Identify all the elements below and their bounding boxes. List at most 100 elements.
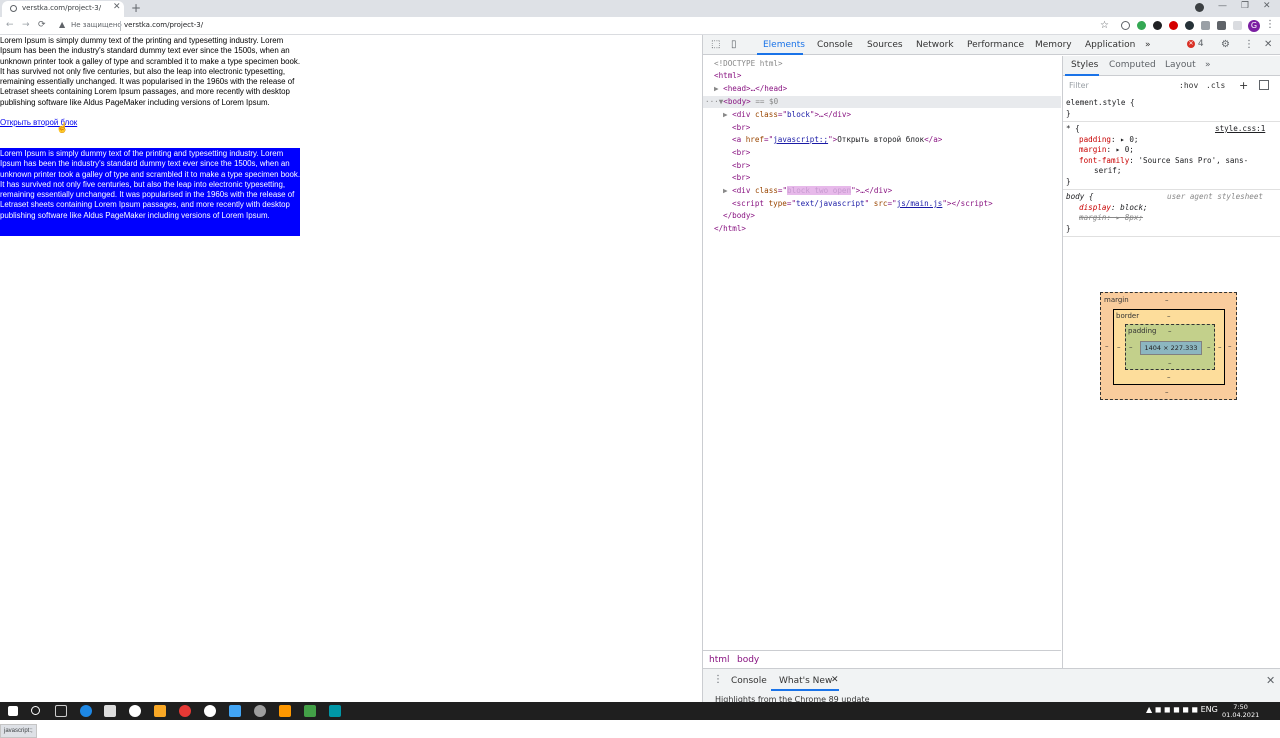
sublime-icon[interactable]	[279, 705, 291, 717]
margin-right-value[interactable]: –	[1228, 342, 1232, 350]
minimize-button[interactable]: —	[1218, 1, 1227, 11]
bookmark-star-icon[interactable]: ☆	[1100, 20, 1109, 31]
tab-close-button[interactable]: ✕	[113, 2, 121, 12]
extension-opera-icon[interactable]	[1169, 21, 1178, 30]
padding-bottom-value[interactable]: –	[1168, 359, 1172, 367]
address-bar[interactable]: ▲ Не защищено verstka.com/project-3/	[56, 19, 1116, 33]
devtools-menu-button[interactable]: ⋮	[1244, 39, 1254, 50]
box-model-margin[interactable]: margin – – – – border – – – – padding – …	[1100, 292, 1237, 400]
clock[interactable]: 7:50 01.04.2021	[1222, 703, 1259, 719]
hov-toggle[interactable]: :hov	[1179, 81, 1198, 90]
drawer-tab-close-button[interactable]: ✕	[831, 675, 839, 685]
yandex-icon[interactable]	[204, 705, 216, 717]
dom-br[interactable]: <br>	[732, 172, 750, 185]
dom-div-two[interactable]: ▶ <div class="block two open">…</div>	[723, 185, 892, 198]
chrome-icon[interactable]	[129, 705, 141, 717]
tab-memory[interactable]: Memory	[1035, 40, 1072, 50]
dom-head-node[interactable]: ▶ <head>…</head>	[714, 83, 787, 96]
box-model-border[interactable]: border – – – – padding – – – – 1404 × 22…	[1113, 309, 1225, 385]
drawer-close-button[interactable]: ✕	[1266, 674, 1275, 687]
border-top-value[interactable]: –	[1167, 312, 1171, 320]
expand-arrow-icon[interactable]: ▶	[723, 186, 728, 195]
margin-bottom-value[interactable]: –	[1165, 388, 1169, 396]
windows-start-icon[interactable]	[8, 706, 18, 716]
padding-right-value[interactable]: –	[1207, 343, 1211, 351]
tab-elements[interactable]: Elements	[763, 40, 805, 50]
maximize-button[interactable]: ❐	[1241, 1, 1249, 11]
tab-console[interactable]: Console	[817, 40, 853, 50]
style-source-link[interactable]: style.css:1	[1215, 124, 1265, 135]
margin-top-value[interactable]: –	[1165, 296, 1169, 304]
new-rule-button[interactable]: +	[1239, 79, 1248, 92]
reload-button[interactable]: ⟳	[38, 20, 46, 30]
breadcrumb-html[interactable]: html	[709, 655, 730, 665]
browser-tab[interactable]: verstka.com/project-3/ ✕	[2, 1, 124, 17]
drawer-menu-icon[interactable]: ⋮	[713, 674, 723, 685]
drawer-tab-console[interactable]: Console	[731, 676, 767, 686]
language-indicator[interactable]: ENG	[1201, 705, 1218, 714]
styles-filter-input[interactable]: Filter	[1069, 81, 1089, 90]
extension-sheet-icon[interactable]	[1201, 21, 1210, 30]
chrome-active-icon[interactable]	[254, 705, 266, 717]
dom-a-node[interactable]: <a href="javascript:;">Открыть второй бл…	[732, 134, 942, 147]
expand-arrow-icon[interactable]: ▶	[714, 84, 719, 93]
extensions-puzzle-icon[interactable]	[1217, 21, 1226, 30]
expand-arrow-icon[interactable]: ▶	[723, 110, 728, 119]
dom-script-src[interactable]: js/main.js	[897, 199, 943, 208]
window-close-button[interactable]: ✕	[1263, 1, 1271, 11]
explorer-icon[interactable]	[154, 705, 166, 717]
dom-body-close[interactable]: </body>	[723, 210, 755, 223]
box-model-padding[interactable]: padding – – – – 1404 × 227.333	[1125, 324, 1215, 370]
tab-network[interactable]: Network	[916, 40, 954, 50]
avatar[interactable]: G	[1248, 20, 1260, 32]
breadcrumb-body[interactable]: body	[737, 655, 759, 665]
reading-list-icon[interactable]	[1233, 21, 1242, 30]
padding-top-value[interactable]: –	[1168, 327, 1172, 335]
browser-menu-button[interactable]: ⋮	[1265, 19, 1275, 30]
star-selector[interactable]: * {	[1066, 124, 1080, 135]
app-icon[interactable]	[329, 705, 341, 717]
box-model-content[interactable]: 1404 × 227.333	[1140, 341, 1202, 355]
search-icon[interactable]	[31, 706, 40, 715]
prop-padding[interactable]: padding: ▸ 0;	[1079, 135, 1138, 146]
dom-script-node[interactable]: <script type="text/javascript" src="js/m…	[732, 198, 993, 211]
opera-icon[interactable]	[179, 705, 191, 717]
tab-sources[interactable]: Sources	[867, 40, 903, 50]
dom-body-node[interactable]: ···▼<body> == $0	[705, 96, 778, 109]
store-icon[interactable]	[104, 705, 116, 717]
drawer-tab-whats-new[interactable]: What's New	[779, 676, 832, 686]
spreadsheet-icon[interactable]	[304, 705, 316, 717]
cls-toggle[interactable]: .cls	[1206, 81, 1225, 90]
sidebar-toggle-icon[interactable]	[1259, 80, 1269, 90]
dom-div-block[interactable]: ▶ <div class="block">…</div>	[723, 109, 851, 122]
border-left-value[interactable]: –	[1117, 343, 1121, 351]
dom-br[interactable]: <br>	[732, 122, 750, 135]
extension-green-icon[interactable]	[1137, 21, 1146, 30]
tab-application[interactable]: Application	[1085, 40, 1135, 50]
telegram-icon[interactable]	[229, 705, 241, 717]
dom-html-close[interactable]: </html>	[714, 223, 746, 236]
dom-a-href[interactable]: javascript:;	[773, 135, 828, 144]
prop-margin[interactable]: margin: ▸ 0;	[1079, 145, 1134, 156]
inspect-icon[interactable]: ⬚	[711, 39, 720, 50]
tab-computed[interactable]: Computed	[1109, 60, 1156, 70]
task-view-icon[interactable]	[55, 705, 67, 717]
extension-dark-icon[interactable]	[1153, 21, 1162, 30]
forward-button[interactable]: →	[22, 20, 30, 30]
dom-html-open[interactable]: <html>	[714, 70, 741, 83]
extension-search-icon[interactable]	[1121, 21, 1130, 30]
more-panes-button[interactable]: »	[1205, 60, 1211, 70]
margin-left-value[interactable]: –	[1105, 342, 1109, 350]
dom-br[interactable]: <br>	[732, 160, 750, 173]
dom-doctype[interactable]: <!DOCTYPE html>	[714, 58, 783, 71]
edge-icon[interactable]	[80, 705, 92, 717]
profile-icon[interactable]	[1195, 3, 1204, 12]
device-toolbar-icon[interactable]: ▯	[731, 39, 737, 50]
padding-left-value[interactable]: –	[1129, 343, 1133, 351]
dom-br[interactable]: <br>	[732, 147, 750, 160]
more-tabs-button[interactable]: »	[1145, 40, 1151, 50]
body-selector[interactable]: body {	[1066, 192, 1093, 203]
tab-performance[interactable]: Performance	[967, 40, 1024, 50]
tab-styles[interactable]: Styles	[1071, 60, 1098, 70]
gear-icon[interactable]: ⚙	[1221, 39, 1230, 50]
